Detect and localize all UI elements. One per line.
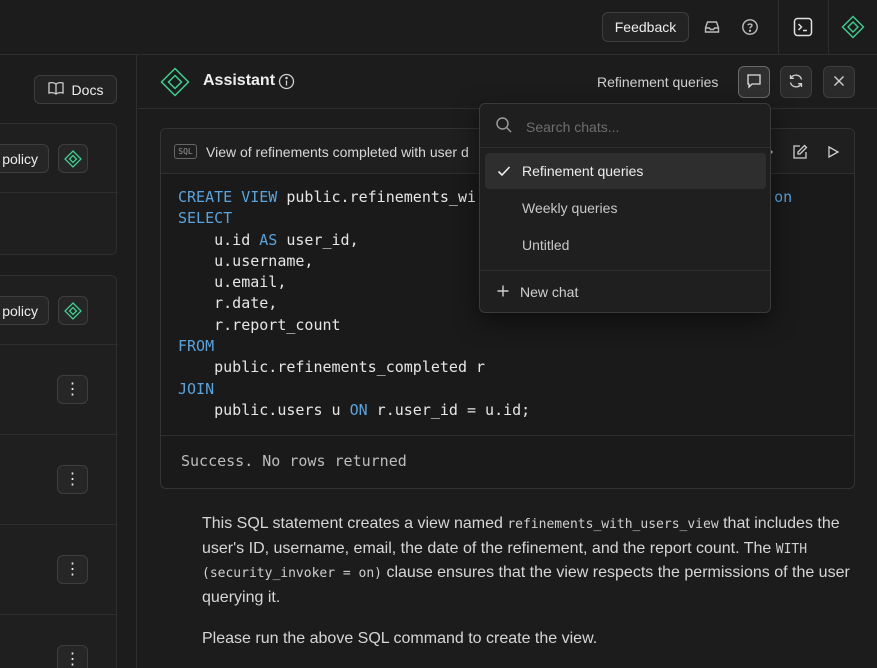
- code-token: user_id,: [277, 230, 359, 249]
- row-menu-button[interactable]: ⋮: [57, 375, 88, 404]
- sql-keyword: ON: [349, 400, 368, 419]
- sql-keyword: FROM: [178, 337, 215, 356]
- chat-history-dropdown: Refinement queries Weekly queries Untitl…: [479, 103, 771, 313]
- code-token: public.refinements_wi: [277, 188, 477, 206]
- divider: [0, 614, 118, 615]
- sql-result-status: Success. No rows returned: [181, 452, 407, 470]
- policy-button[interactable]: policy: [0, 296, 49, 325]
- divider: [161, 435, 854, 436]
- chat-history-button[interactable]: [738, 66, 770, 98]
- message-text: This SQL statement creates a view named: [202, 515, 508, 532]
- docs-label: Docs: [71, 81, 104, 98]
- chat-history-icon: [746, 73, 762, 92]
- new-chat-label: New chat: [520, 284, 579, 300]
- search-chats-input[interactable]: [526, 116, 746, 138]
- close-icon: [832, 74, 846, 91]
- code-line: FROM: [178, 336, 854, 357]
- inline-code: refinements_with_users_view: [507, 517, 719, 532]
- code-token: u.username,: [178, 251, 314, 270]
- chat-item-untitled[interactable]: Untitled: [485, 227, 766, 263]
- divider: [828, 0, 829, 55]
- code-token: u.email,: [178, 273, 287, 292]
- feedback-button[interactable]: Feedback: [602, 12, 689, 42]
- ai-policy-button[interactable]: [58, 296, 88, 325]
- code-token: r.date,: [178, 294, 278, 313]
- sql-keyword: CREATE VIEW: [178, 188, 278, 206]
- refresh-icon: [788, 73, 804, 92]
- sql-block-title: View of refinements completed with user …: [206, 144, 469, 160]
- divider: [0, 434, 118, 435]
- current-chat-name: Refinement queries: [597, 74, 719, 90]
- run-icon[interactable]: [823, 142, 843, 162]
- row-menu-button[interactable]: ⋮: [57, 465, 88, 494]
- policy-card: policy: [0, 123, 118, 255]
- assistant-message: This SQL statement creates a view named …: [202, 512, 852, 609]
- divider: [0, 192, 118, 193]
- divider: [0, 524, 118, 525]
- chat-item-label: Weekly queries: [522, 200, 618, 216]
- sql-keyword: AS: [259, 230, 278, 249]
- assistant-header: Assistant Refinement queries: [138, 55, 877, 109]
- assistant-logo-icon: [160, 67, 190, 100]
- assistant-title: Assistant: [203, 72, 276, 89]
- code-token: r.user_id = u.id;: [367, 400, 531, 419]
- code-token: public.users u: [178, 400, 350, 419]
- code-line: public.refinements_completed r: [178, 357, 854, 378]
- code-line: r.report_count: [178, 315, 854, 336]
- assistant-message-followup: Please run the above SQL command to crea…: [202, 630, 598, 647]
- chat-item-weekly-queries[interactable]: Weekly queries: [485, 190, 766, 226]
- row-menu-button[interactable]: ⋮: [57, 645, 88, 668]
- top-bar: Feedback: [0, 0, 877, 55]
- search-row: [480, 104, 770, 148]
- sql-badge: SQL: [174, 144, 197, 159]
- code-token: public.refinements_completed r: [178, 358, 486, 377]
- ai-policy-button[interactable]: [58, 144, 88, 173]
- book-icon: [47, 81, 64, 98]
- terminal-icon[interactable]: [791, 15, 815, 39]
- chat-item-refinement-queries[interactable]: Refinement queries: [485, 153, 766, 189]
- supabase-logo-icon[interactable]: [841, 15, 865, 39]
- docs-button[interactable]: Docs: [34, 75, 117, 104]
- chat-item-label: Refinement queries: [522, 163, 644, 179]
- sql-keyword: on: [774, 188, 793, 206]
- plus-icon: [496, 284, 510, 301]
- code-line: public.users u ON r.user_id = u.id;: [178, 400, 854, 421]
- code-token: r.report_count: [178, 315, 341, 334]
- chat-item-label: Untitled: [522, 237, 570, 253]
- policy-card: policy ⋮ ⋮ ⋮ ⋮: [0, 275, 118, 668]
- new-chat-button[interactable]: New chat: [485, 276, 766, 308]
- code-line: JOIN: [178, 379, 854, 400]
- left-panel: Docs policy policy ⋮ ⋮ ⋮ ⋮: [0, 55, 137, 668]
- search-icon: [495, 116, 513, 137]
- divider: [778, 0, 779, 55]
- help-icon[interactable]: [738, 15, 762, 39]
- policy-button[interactable]: policy: [0, 144, 49, 173]
- code-token: u.id: [178, 230, 260, 249]
- refresh-button[interactable]: [780, 66, 812, 98]
- info-icon[interactable]: [278, 73, 295, 93]
- sql-keyword: SELECT: [178, 209, 233, 228]
- edit-icon[interactable]: [790, 142, 810, 162]
- inbox-icon[interactable]: [700, 15, 724, 39]
- sql-keyword: JOIN: [178, 379, 215, 398]
- divider: [480, 270, 770, 271]
- close-button[interactable]: [823, 66, 855, 98]
- divider: [0, 344, 118, 345]
- check-icon: [497, 164, 511, 181]
- row-menu-button[interactable]: ⋮: [57, 555, 88, 584]
